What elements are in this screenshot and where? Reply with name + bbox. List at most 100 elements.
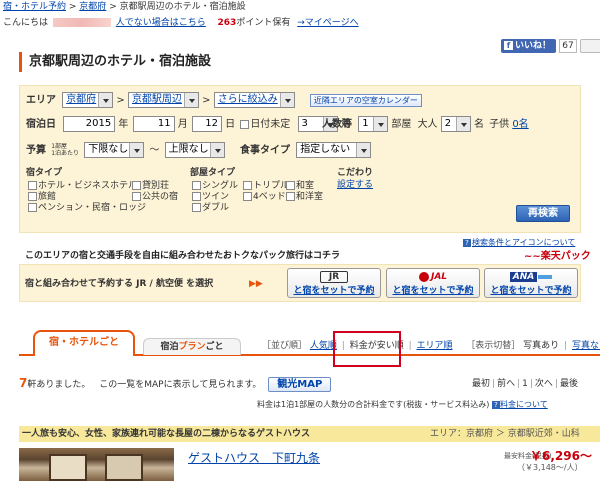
room-type-option[interactable]: 和室 xyxy=(286,181,314,192)
sort-price-highlight xyxy=(333,331,401,367)
breadcrumb-item-kyoto[interactable]: 京都府 xyxy=(79,2,106,12)
listing-photo[interactable] xyxy=(19,448,174,481)
breadcrumb-separator: > xyxy=(109,2,120,12)
jal-bundle-button[interactable]: JAL と宿をセットで予約 xyxy=(386,268,480,298)
room-type-group: 部屋タイプ シングル トリプル 和室 ツイン 4ベッド 和洋室 ダブル xyxy=(190,168,340,215)
jal-crane-icon xyxy=(418,271,429,282)
month-unit: 月 xyxy=(177,119,188,130)
adults-label: 大人 xyxy=(417,119,438,130)
stay-type-option[interactable]: 貸別荘 xyxy=(132,181,169,192)
research-button[interactable]: 再検索 xyxy=(516,205,570,222)
kodawari-label: こだわり xyxy=(337,168,374,178)
checkbox[interactable] xyxy=(243,192,252,201)
checkbox[interactable] xyxy=(132,181,141,190)
sort-area-link[interactable]: エリア順 xyxy=(417,341,453,351)
display-photo-current[interactable]: 写真あり xyxy=(523,341,559,351)
listing-price-per-person: （￥3,148〜/人） xyxy=(517,463,583,472)
listing-name-link[interactable]: ゲストハウス 下町九条 xyxy=(188,450,320,466)
children-link[interactable]: 0名 xyxy=(512,119,528,130)
day-input[interactable]: 12 xyxy=(191,116,222,132)
pack-banner[interactable]: このエリアの宿と交通手段を自由に組み合わせたおトクなパック旅行はコチラ xyxy=(25,250,340,262)
breadcrumb-item-hotel[interactable]: 宿・ホテル予約 xyxy=(3,2,66,12)
stay-type-option[interactable]: 公共の宿 xyxy=(132,192,178,203)
area-arrow: > xyxy=(202,95,214,106)
pager-next[interactable]: 次へ xyxy=(535,379,553,389)
budget-max-select[interactable]: 上限なし xyxy=(164,142,225,158)
stay-type-option[interactable]: 旅館 xyxy=(28,192,56,203)
search-help[interactable]: ? 検索条件とアイコンについて xyxy=(463,237,575,248)
display-list-link[interactable]: 写真なし xyxy=(572,341,600,351)
pager-last[interactable]: 最後 xyxy=(560,379,578,389)
tab-plan[interactable]: 宿泊プランごと xyxy=(143,338,241,355)
map-button[interactable]: 観光MAP xyxy=(268,377,332,392)
ana-bundle-label: と宿をセットで予約 xyxy=(490,286,572,296)
pager-prev[interactable]: 前へ xyxy=(497,379,515,389)
checkbox[interactable] xyxy=(286,181,295,190)
checkbox[interactable] xyxy=(243,181,252,190)
checkbox[interactable] xyxy=(28,203,37,212)
area-narrow-select[interactable]: さらに絞込み xyxy=(213,92,295,108)
room-type-option[interactable]: 4ベッド xyxy=(243,192,286,203)
pager-first[interactable]: 最初 xyxy=(472,379,490,389)
results-count-suffix: 軒ありました。 xyxy=(27,380,91,390)
sort-divider: | xyxy=(408,341,412,351)
room-type-option[interactable]: シングル xyxy=(192,181,238,192)
meal-select[interactable]: 指定しない xyxy=(296,142,372,158)
share-button[interactable] xyxy=(580,39,600,53)
year-input[interactable]: 2015 xyxy=(63,116,116,132)
ana-stripe-icon xyxy=(538,274,553,279)
pager-current: 1 xyxy=(522,379,528,389)
meal-row: 食事タイプ 指定しない xyxy=(240,142,372,158)
price-note: 料金は1泊1部屋の人数分の合計料金です(税抜・サービス料込み) ? 料金について xyxy=(257,399,548,411)
points-value: 263 xyxy=(217,18,237,28)
kodawari-setting-link[interactable]: 設定する xyxy=(337,180,373,191)
date-undecided-checkbox[interactable] xyxy=(240,119,250,129)
room-type-option[interactable]: トリプル xyxy=(243,181,289,192)
month-input[interactable]: 11 xyxy=(132,116,175,132)
stay-type-option[interactable]: ペンション・民宿・ロッジ xyxy=(28,203,146,214)
mypage-link[interactable]: →マイページへ xyxy=(297,18,358,28)
checkbox[interactable] xyxy=(28,181,37,190)
like-count: 67 xyxy=(559,39,577,53)
help-icon: ? xyxy=(491,400,500,409)
jal-bundle-label: と宿をセットで予約 xyxy=(392,286,474,296)
tab-hotel[interactable]: 宿・ホテルごと xyxy=(33,330,135,356)
display-label: ［表示切替］ xyxy=(466,341,521,351)
jr-bundle-button[interactable]: JR と宿をセットで予約 xyxy=(287,268,381,298)
room-type-label: 部屋タイプ xyxy=(190,168,236,178)
room-type-option[interactable]: 和洋室 xyxy=(286,192,323,203)
map-note: この一覧をMAPに表示して見られます。 xyxy=(99,380,262,390)
rooms-select[interactable]: 1 xyxy=(358,116,389,132)
ana-bundle-button[interactable]: ANA と宿をセットで予約 xyxy=(484,268,578,298)
adults-unit: 名 xyxy=(473,119,484,130)
date-label: 宿泊日 xyxy=(26,119,56,130)
stay-type-option[interactable]: ホテル・ビジネスホテル xyxy=(28,181,137,192)
checkbox[interactable] xyxy=(192,192,201,201)
listing-photo-window xyxy=(105,454,143,481)
room-type-option[interactable]: ツイン xyxy=(192,192,229,203)
room-type-option[interactable]: ダブル xyxy=(192,203,229,214)
redacted-name xyxy=(52,18,111,27)
greeting-text: こんにちは xyxy=(3,18,49,28)
budget-separator: 〜 xyxy=(149,145,160,156)
checkbox[interactable] xyxy=(132,192,141,201)
children-label: 子供 xyxy=(489,119,510,130)
area-sub-select[interactable]: 京都駅周辺 xyxy=(127,92,199,108)
checkbox[interactable] xyxy=(192,203,201,212)
checkbox[interactable] xyxy=(286,192,295,201)
greeting-bar: こんにちは 人でない場合はこちら 263ポイント保有 →マイページへ xyxy=(0,16,359,30)
facebook-like-label: いいね！ xyxy=(515,41,552,51)
nearby-calendar-button[interactable]: 近隣エリアの空室カレンダー xyxy=(309,93,422,107)
price-note-link[interactable]: 料金について xyxy=(500,400,548,409)
not-me-link[interactable]: 人でない場合はこちら xyxy=(116,18,206,28)
jal-logo: JAL xyxy=(387,271,479,283)
adults-select[interactable]: 2 xyxy=(440,116,471,132)
budget-min-select[interactable]: 下限なし xyxy=(84,142,145,158)
checkbox[interactable] xyxy=(192,181,201,190)
area-pref-select[interactable]: 京都府 xyxy=(62,92,114,108)
pager: 最初 | 前へ | 1 | 次へ | 最後 xyxy=(472,379,578,389)
meal-label: 食事タイプ xyxy=(240,145,290,156)
checkbox[interactable] xyxy=(28,192,37,201)
page-title: 京都駅周辺のホテル・宿泊施設 xyxy=(19,52,211,72)
facebook-like-button[interactable]: f いいね！ xyxy=(501,39,556,53)
